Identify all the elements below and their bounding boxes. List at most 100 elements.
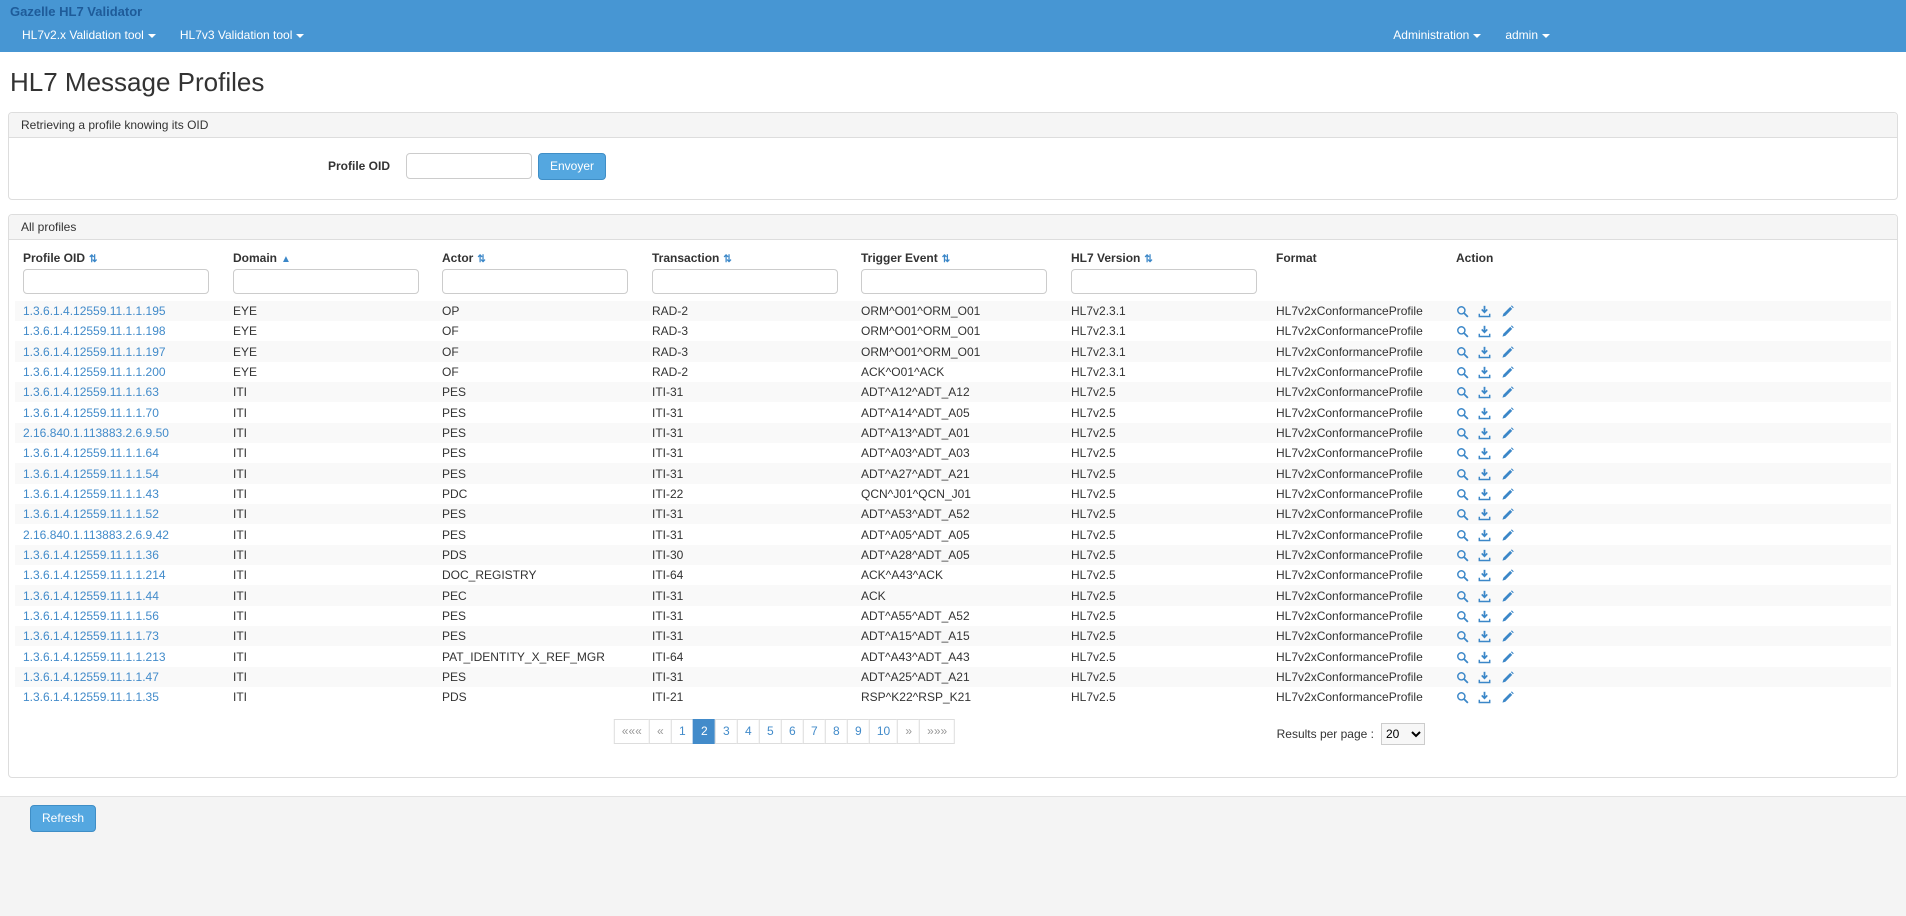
- edit-profile-icon[interactable]: [1501, 325, 1514, 338]
- sort-both-icon[interactable]: ⇅: [723, 254, 731, 265]
- filter-input-actor[interactable]: [442, 269, 628, 294]
- edit-profile-icon[interactable]: [1501, 468, 1514, 481]
- profile-oid-link[interactable]: 1.3.6.1.4.12559.11.1.1.54: [23, 467, 159, 481]
- profile-oid-link[interactable]: 1.3.6.1.4.12559.11.1.1.35: [23, 690, 159, 704]
- sort-both-icon[interactable]: ⇅: [942, 254, 950, 265]
- download-profile-icon[interactable]: [1478, 630, 1491, 643]
- edit-profile-icon[interactable]: [1501, 549, 1514, 562]
- page-button-4[interactable]: 4: [737, 719, 760, 744]
- view-profile-icon[interactable]: [1456, 590, 1469, 603]
- profile-oid-input[interactable]: [406, 153, 532, 179]
- profile-oid-link[interactable]: 1.3.6.1.4.12559.11.1.1.63: [23, 385, 159, 399]
- profile-oid-link[interactable]: 1.3.6.1.4.12559.11.1.1.195: [23, 304, 166, 318]
- edit-profile-icon[interactable]: [1501, 366, 1514, 379]
- view-profile-icon[interactable]: [1456, 386, 1469, 399]
- profile-oid-link[interactable]: 1.3.6.1.4.12559.11.1.1.52: [23, 507, 159, 521]
- edit-profile-icon[interactable]: [1501, 651, 1514, 664]
- download-profile-icon[interactable]: [1478, 325, 1491, 338]
- filter-input-hl7-version[interactable]: [1071, 269, 1257, 294]
- nav-item-administration[interactable]: Administration: [1381, 21, 1493, 52]
- filter-input-trigger-event[interactable]: [861, 269, 1047, 294]
- view-profile-icon[interactable]: [1456, 610, 1469, 623]
- app-brand[interactable]: Gazelle HL7 Validator: [10, 3, 142, 21]
- sort-ascending-icon[interactable]: ▲: [281, 254, 291, 265]
- edit-profile-icon[interactable]: [1501, 529, 1514, 542]
- view-profile-icon[interactable]: [1456, 447, 1469, 460]
- download-profile-icon[interactable]: [1478, 590, 1491, 603]
- profile-oid-link[interactable]: 1.3.6.1.4.12559.11.1.1.43: [23, 487, 159, 501]
- view-profile-icon[interactable]: [1456, 671, 1469, 684]
- page-button-6[interactable]: 6: [781, 719, 804, 744]
- filter-input-domain[interactable]: [233, 269, 419, 294]
- view-profile-icon[interactable]: [1456, 305, 1469, 318]
- profile-oid-link[interactable]: 2.16.840.1.113883.2.6.9.50: [23, 426, 169, 440]
- page-button-first[interactable]: «««: [614, 719, 650, 744]
- download-profile-icon[interactable]: [1478, 346, 1491, 359]
- edit-profile-icon[interactable]: [1501, 427, 1514, 440]
- view-profile-icon[interactable]: [1456, 488, 1469, 501]
- profile-oid-link[interactable]: 1.3.6.1.4.12559.11.1.1.36: [23, 548, 159, 562]
- view-profile-icon[interactable]: [1456, 468, 1469, 481]
- edit-profile-icon[interactable]: [1501, 447, 1514, 460]
- view-profile-icon[interactable]: [1456, 366, 1469, 379]
- page-button-3[interactable]: 3: [715, 719, 738, 744]
- edit-profile-icon[interactable]: [1501, 630, 1514, 643]
- edit-profile-icon[interactable]: [1501, 508, 1514, 521]
- edit-profile-icon[interactable]: [1501, 407, 1514, 420]
- column-header-trigger-event[interactable]: Trigger Event⇅: [853, 246, 1063, 267]
- download-profile-icon[interactable]: [1478, 366, 1491, 379]
- download-profile-icon[interactable]: [1478, 508, 1491, 521]
- page-button-7[interactable]: 7: [803, 719, 826, 744]
- column-header-hl7-version[interactable]: HL7 Version⇅: [1063, 246, 1268, 267]
- edit-profile-icon[interactable]: [1501, 488, 1514, 501]
- filter-input-transaction[interactable]: [652, 269, 838, 294]
- download-profile-icon[interactable]: [1478, 691, 1491, 704]
- column-header-profile-oid[interactable]: Profile OID⇅: [15, 246, 225, 267]
- edit-profile-icon[interactable]: [1501, 590, 1514, 603]
- edit-profile-icon[interactable]: [1501, 346, 1514, 359]
- page-button-9[interactable]: 9: [847, 719, 870, 744]
- profile-oid-link[interactable]: 1.3.6.1.4.12559.11.1.1.73: [23, 629, 159, 643]
- download-profile-icon[interactable]: [1478, 488, 1491, 501]
- edit-profile-icon[interactable]: [1501, 610, 1514, 623]
- edit-profile-icon[interactable]: [1501, 569, 1514, 582]
- edit-profile-icon[interactable]: [1501, 691, 1514, 704]
- edit-profile-icon[interactable]: [1501, 386, 1514, 399]
- page-button-1[interactable]: 1: [671, 719, 694, 744]
- refresh-button[interactable]: Refresh: [30, 805, 96, 832]
- view-profile-icon[interactable]: [1456, 630, 1469, 643]
- download-profile-icon[interactable]: [1478, 610, 1491, 623]
- view-profile-icon[interactable]: [1456, 651, 1469, 664]
- results-per-page-select[interactable]: 20: [1381, 723, 1425, 745]
- page-button-prev[interactable]: «: [649, 719, 672, 744]
- page-button-next[interactable]: »: [897, 719, 920, 744]
- download-profile-icon[interactable]: [1478, 386, 1491, 399]
- page-button-10[interactable]: 10: [869, 719, 898, 744]
- profile-oid-link[interactable]: 1.3.6.1.4.12559.11.1.1.200: [23, 365, 166, 379]
- profile-oid-link[interactable]: 1.3.6.1.4.12559.11.1.1.64: [23, 446, 159, 460]
- download-profile-icon[interactable]: [1478, 427, 1491, 440]
- nav-item-hl7v3-validation-tool[interactable]: HL7v3 Validation tool: [168, 21, 317, 52]
- download-profile-icon[interactable]: [1478, 529, 1491, 542]
- download-profile-icon[interactable]: [1478, 407, 1491, 420]
- profile-oid-link[interactable]: 1.3.6.1.4.12559.11.1.1.214: [23, 568, 166, 582]
- profile-oid-link[interactable]: 2.16.840.1.113883.2.6.9.42: [23, 528, 169, 542]
- sort-both-icon[interactable]: ⇅: [89, 254, 97, 265]
- view-profile-icon[interactable]: [1456, 346, 1469, 359]
- profile-oid-link[interactable]: 1.3.6.1.4.12559.11.1.1.47: [23, 670, 159, 684]
- page-button-8[interactable]: 8: [825, 719, 848, 744]
- profile-oid-link[interactable]: 1.3.6.1.4.12559.11.1.1.44: [23, 589, 159, 603]
- nav-item-hl7v2x-validation-tool[interactable]: HL7v2.x Validation tool: [10, 21, 168, 52]
- download-profile-icon[interactable]: [1478, 549, 1491, 562]
- profile-oid-link[interactable]: 1.3.6.1.4.12559.11.1.1.70: [23, 406, 159, 420]
- profile-oid-link[interactable]: 1.3.6.1.4.12559.11.1.1.213: [23, 650, 166, 664]
- page-button-last[interactable]: »»»: [919, 719, 955, 744]
- download-profile-icon[interactable]: [1478, 447, 1491, 460]
- column-header-domain[interactable]: Domain▲: [225, 246, 434, 267]
- envoyer-button[interactable]: Envoyer: [538, 153, 606, 180]
- nav-item-admin-user[interactable]: admin: [1493, 21, 1562, 52]
- view-profile-icon[interactable]: [1456, 529, 1469, 542]
- profile-oid-link[interactable]: 1.3.6.1.4.12559.11.1.1.56: [23, 609, 159, 623]
- sort-both-icon[interactable]: ⇅: [1144, 254, 1152, 265]
- download-profile-icon[interactable]: [1478, 651, 1491, 664]
